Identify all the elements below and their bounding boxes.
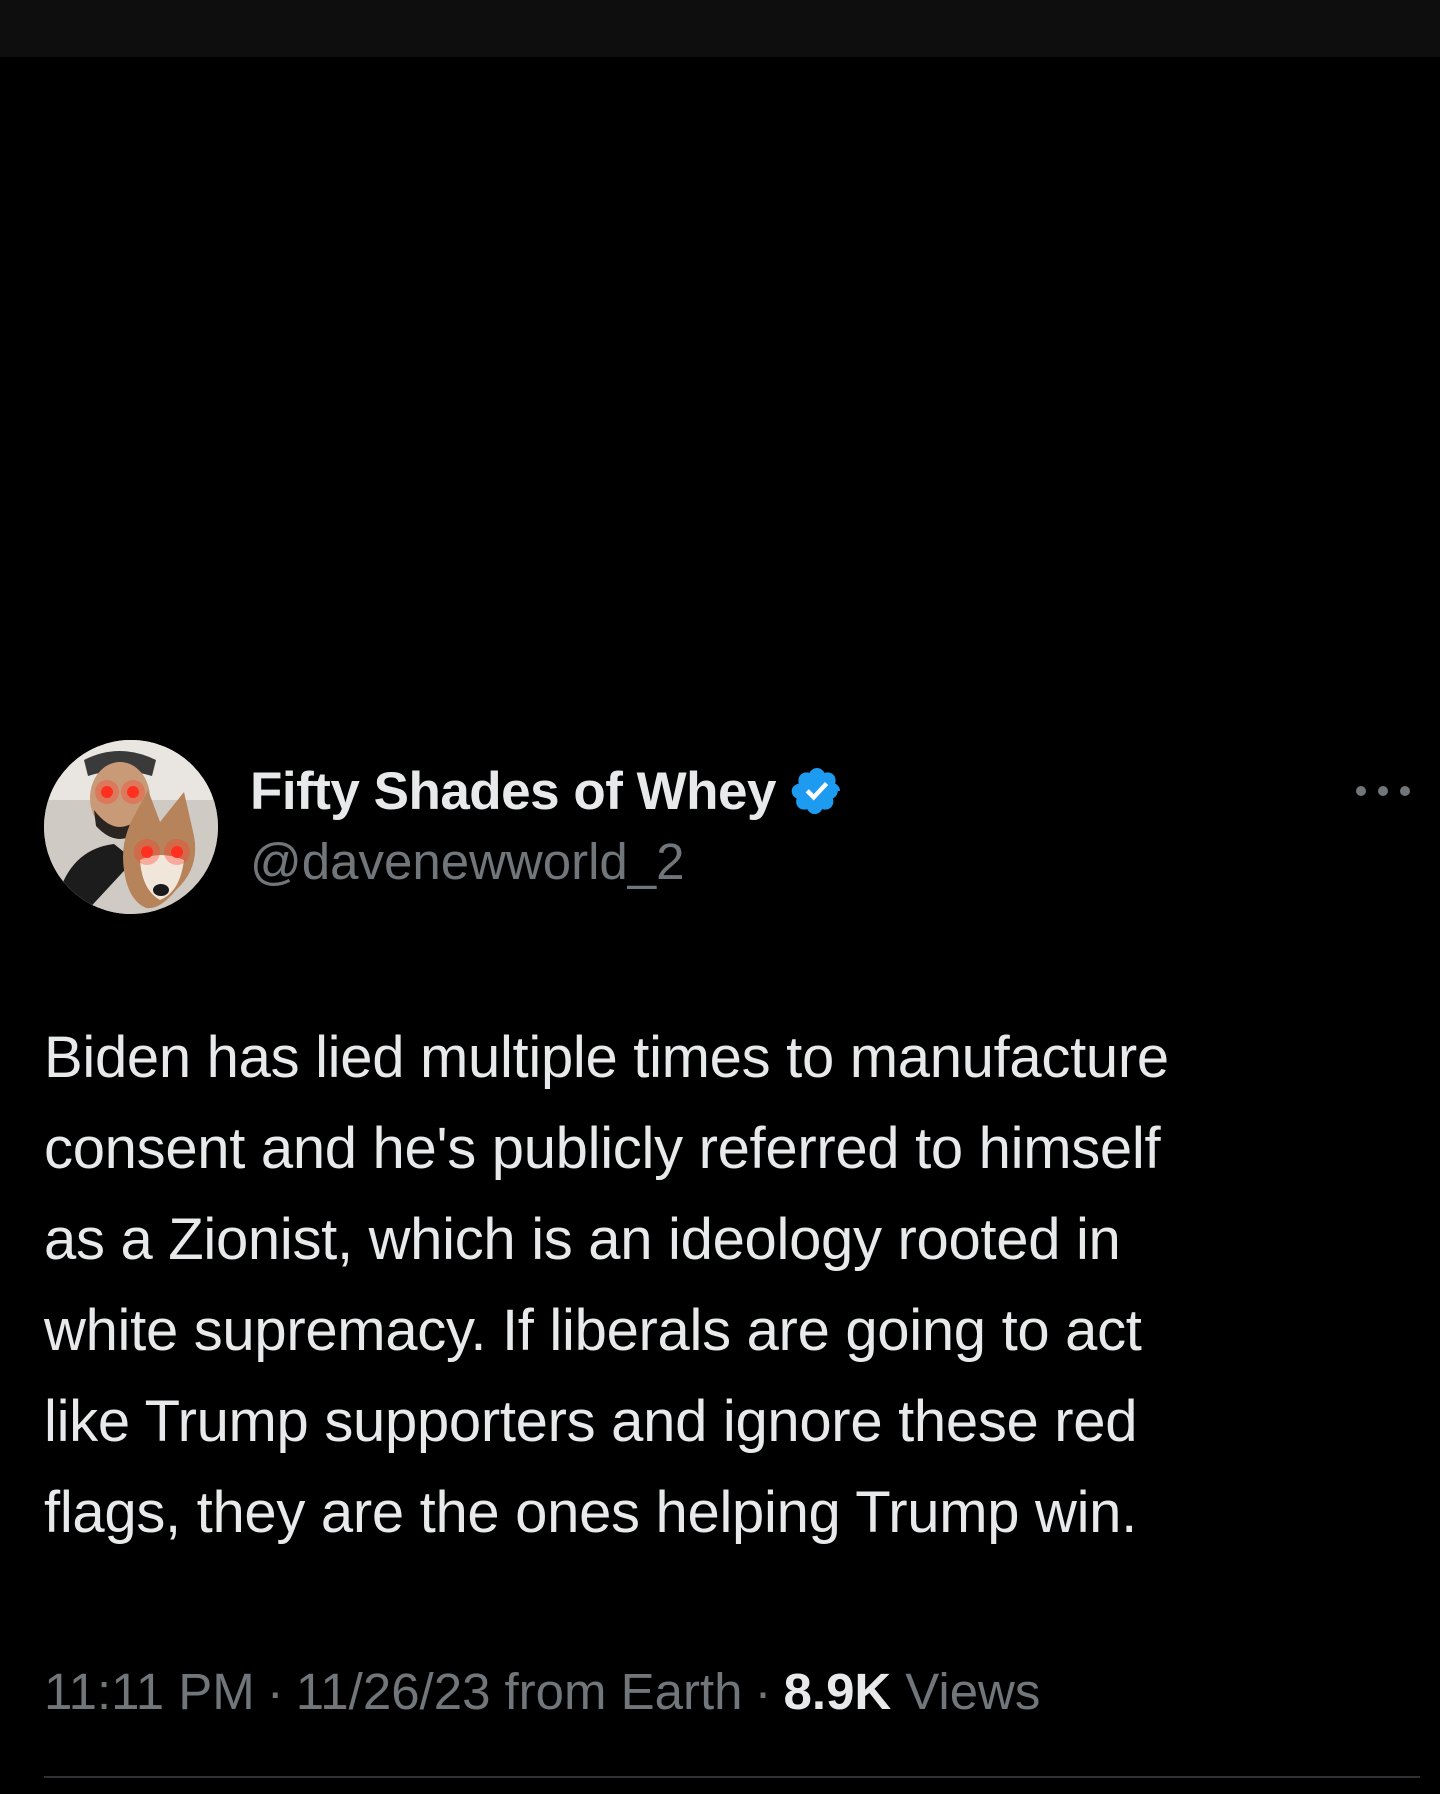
tweet-metadata: 11:11 PM · 11/26/23 from Earth · 8.9K Vi… xyxy=(44,1660,1040,1722)
more-horizontal-icon-dot xyxy=(1356,786,1366,796)
tweet-date[interactable]: 11/26/23 xyxy=(296,1662,491,1721)
more-horizontal-icon-dot xyxy=(1400,786,1410,796)
tweet-source: from Earth xyxy=(504,1662,743,1720)
views-count[interactable]: 8.9K xyxy=(784,1662,892,1721)
tweet-time[interactable]: 11:11 PM xyxy=(44,1662,255,1721)
separator: · xyxy=(754,1662,772,1720)
tweet-text: Biden has lied multiple times to manufac… xyxy=(44,1025,1169,1545)
divider xyxy=(44,1776,1420,1778)
verified-badge-icon xyxy=(791,767,841,815)
avatar-image xyxy=(44,740,218,914)
display-name[interactable]: Fifty Shades of Whey xyxy=(250,761,776,822)
avatar[interactable] xyxy=(44,740,218,914)
more-horizontal-icon-dot xyxy=(1378,786,1388,796)
separator: · xyxy=(266,1662,284,1720)
views-label[interactable]: Views xyxy=(905,1662,1040,1721)
tweet-detail: Fifty Shades of Whey @davenewworld_2 Bid… xyxy=(0,0,1440,1794)
author-name-row[interactable]: Fifty Shades of Whey xyxy=(250,760,844,822)
author-handle[interactable]: @davenewworld_2 xyxy=(250,832,685,891)
more-options-button[interactable] xyxy=(1352,770,1414,812)
